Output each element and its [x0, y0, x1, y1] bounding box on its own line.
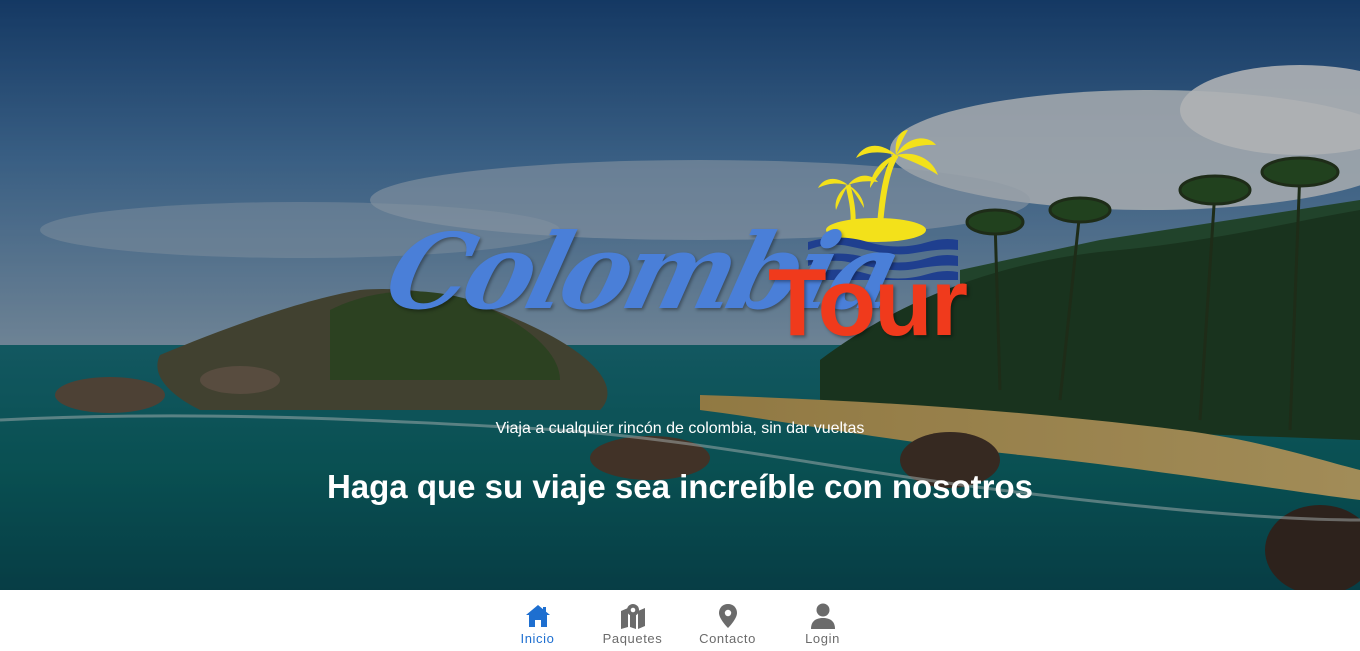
home-icon — [525, 605, 550, 627]
nav-item-label: Paquetes — [602, 631, 663, 646]
hero-tagline: Viaja a cualquier rincón de colombia, si… — [495, 420, 865, 437]
user-icon — [810, 603, 835, 629]
hero-section: Colombia Tour Viaja a cualquier rincón d… — [0, 0, 1360, 590]
bottom-navigation: Inicio Paquetes Contacto Login — [0, 590, 1360, 651]
site-logo[interactable]: Colombia Tour — [375, 130, 980, 370]
nav-item-label: Contacto — [699, 631, 756, 646]
nav-item-inicio[interactable]: Inicio — [490, 590, 585, 651]
location-pin-icon — [718, 604, 737, 628]
logo-tour-text: Tour — [768, 249, 968, 356]
nav-item-paquetes[interactable]: Paquetes — [585, 590, 680, 651]
map-icon — [620, 604, 645, 629]
nav-item-login[interactable]: Login — [775, 590, 870, 651]
nav-item-label: Login — [805, 631, 840, 646]
nav-item-label: Inicio — [520, 631, 555, 646]
nav-item-contacto[interactable]: Contacto — [680, 590, 775, 651]
hero-headline: Haga que su viaje sea increíble con noso… — [326, 468, 1034, 505]
